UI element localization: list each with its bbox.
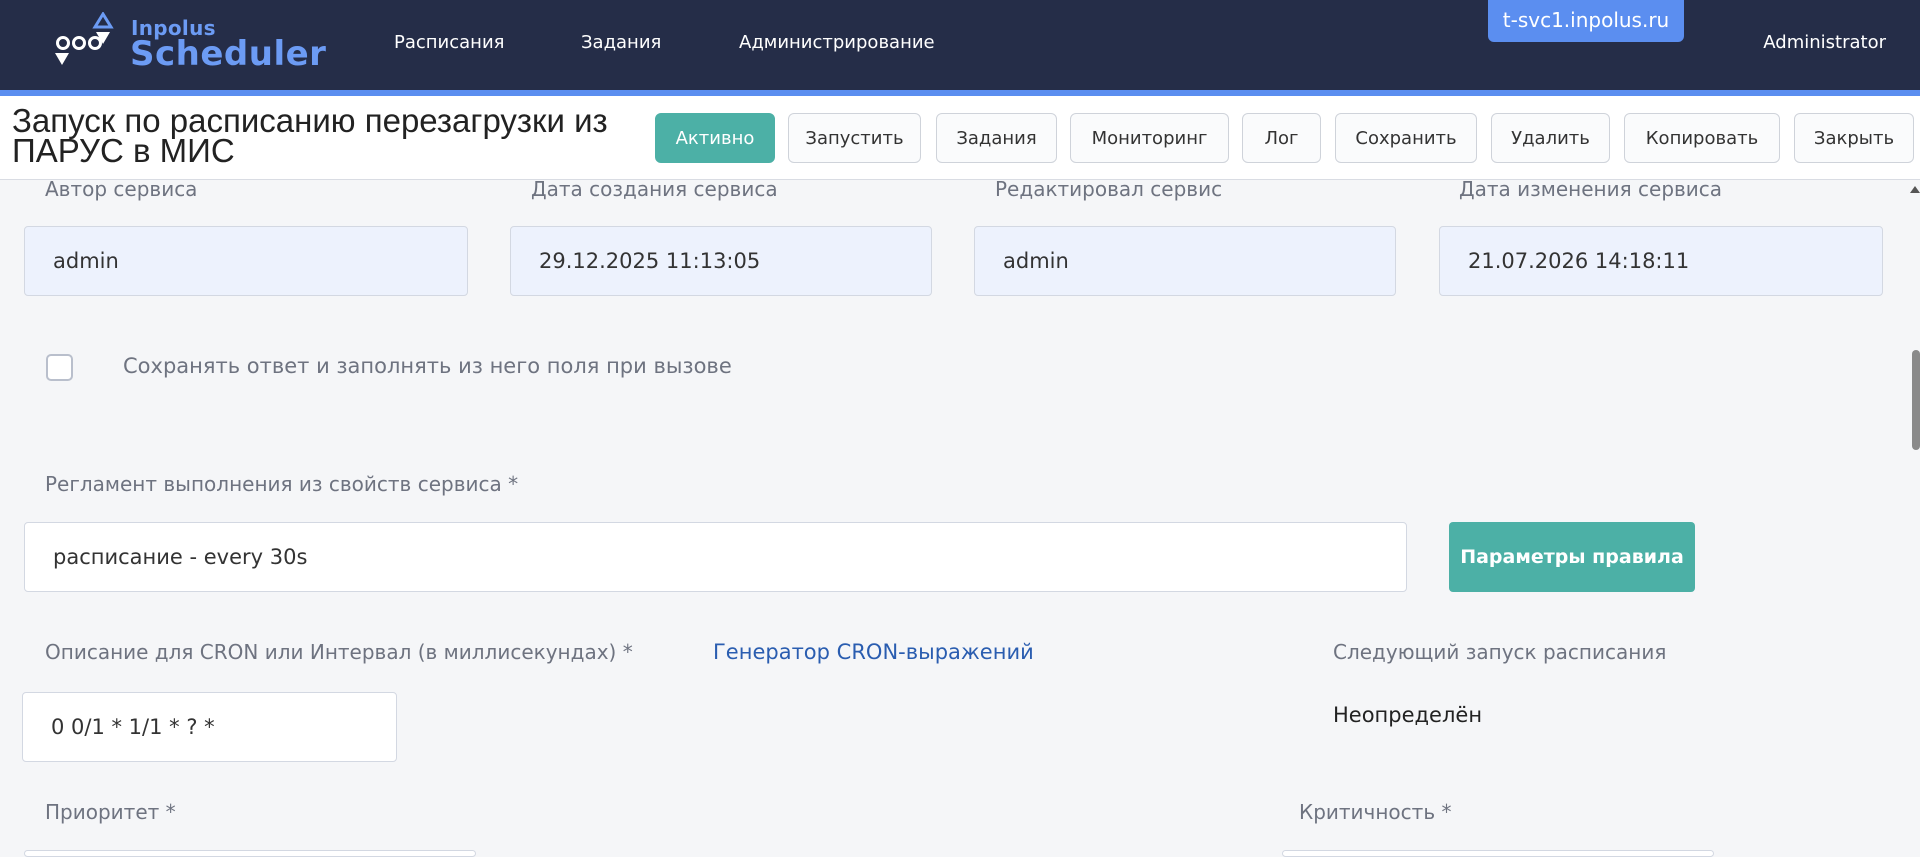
schedule-rule-select[interactable]: расписание - every 30s [24,522,1407,592]
monitoring-button[interactable]: Мониторинг [1070,113,1229,163]
priority-label: Приоритет * [45,800,176,824]
close-button[interactable]: Закрыть [1794,113,1914,163]
cron-generator-link[interactable]: Генератор CRON-выражений [713,640,1034,664]
logo-title: Scheduler [130,34,327,74]
nav-item-schedules[interactable]: Расписания [394,32,504,53]
editor-label: Редактировал сервис [995,177,1223,201]
cron-expression-input[interactable]: 0 0/1 * 1/1 * ? * [22,692,397,762]
status-active-button[interactable]: Активно [655,113,775,163]
top-navbar: Inpolus Scheduler Расписания Задания Адм… [0,0,1920,90]
next-run-label: Следующий запуск расписания [1333,640,1667,664]
run-button[interactable]: Запустить [788,113,921,163]
tasks-button[interactable]: Задания [936,113,1057,163]
save-button[interactable]: Сохранить [1335,113,1477,163]
modified-date-label: Дата изменения сервиса [1459,177,1723,201]
author-field[interactable]: admin [24,226,468,296]
modified-date-field[interactable]: 21.07.2026 14:18:11 [1439,226,1883,296]
page-header: Запуск по расписанию перезагрузки из ПАР… [0,96,1920,180]
created-date-field[interactable]: 29.12.2025 11:13:05 [510,226,932,296]
logo-mark-icon [55,12,114,65]
save-response-label: Сохранять ответ и заполнять из него поля… [123,354,732,378]
criticality-label: Критичность * [1299,800,1452,824]
copy-button[interactable]: Копировать [1624,113,1780,163]
nav-item-administration[interactable]: Администрирование [739,32,935,53]
page-scrollbar[interactable] [1910,180,1920,857]
author-label: Автор сервиса [45,177,198,201]
log-button[interactable]: Лог [1242,113,1321,163]
scrollbar-thumb[interactable] [1912,350,1920,450]
criticality-select[interactable] [1282,850,1714,857]
next-run-value: Неопределён [1333,703,1483,727]
created-date-label: Дата создания сервиса [531,177,778,201]
schedule-rule-label: Регламент выполнения из свойств сервиса … [45,472,519,496]
nav-item-tasks[interactable]: Задания [581,32,661,53]
priority-select[interactable] [24,850,476,857]
page-title: Запуск по расписанию перезагрузки из ПАР… [12,102,608,169]
user-menu[interactable]: Administrator [1763,32,1886,53]
rule-params-button[interactable]: Параметры правила [1449,522,1695,592]
scroll-up-arrow-icon[interactable] [1910,186,1920,193]
editor-field[interactable]: admin [974,226,1396,296]
host-badge: t-svc1.inpolus.ru [1488,0,1684,42]
app-logo[interactable]: Inpolus Scheduler [52,12,326,76]
save-response-checkbox[interactable] [46,354,73,381]
delete-button[interactable]: Удалить [1491,113,1610,163]
cron-label: Описание для CRON или Интервал (в миллис… [45,640,633,664]
